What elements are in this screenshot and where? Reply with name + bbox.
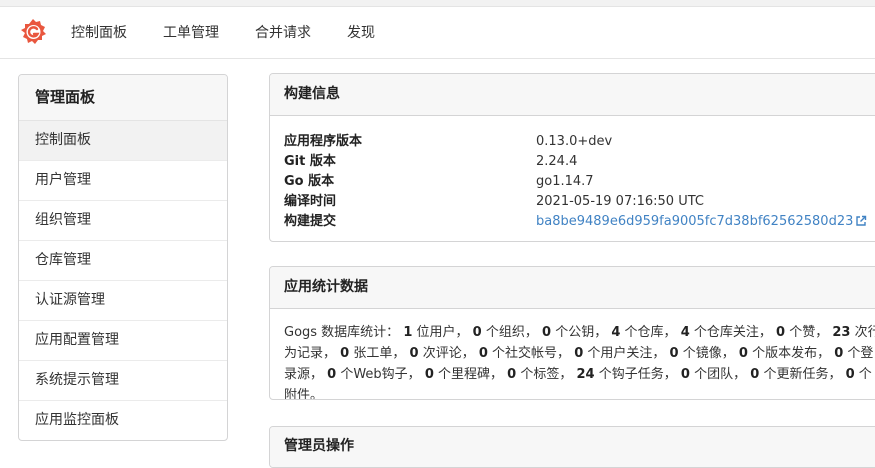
stat-label: 个团队， bbox=[694, 367, 747, 382]
stat-count: 0 bbox=[776, 325, 786, 340]
sidebar-item-repositories[interactable]: 仓库管理 bbox=[19, 241, 227, 281]
top-navbar: 控制面板 工单管理 合并请求 发现 bbox=[0, 7, 875, 59]
stat-label: 张工单， bbox=[353, 346, 406, 361]
stat-label: 个Web钩子， bbox=[340, 367, 421, 382]
stat-count: 0 bbox=[507, 367, 517, 382]
info-key: 编译时间 bbox=[284, 194, 337, 209]
info-key: 构建提交 bbox=[284, 214, 337, 229]
info-key: 应用程序版本 bbox=[284, 134, 363, 149]
stat-count: 4 bbox=[680, 325, 690, 340]
stat-label: 个钩子任务， bbox=[598, 367, 677, 382]
stat-label: 个社交帐号， bbox=[492, 346, 571, 361]
app-stats-title: 应用统计数据 bbox=[270, 267, 875, 309]
admin-ops-title: 管理员操作 bbox=[270, 427, 875, 467]
stat-count: 0 bbox=[669, 346, 679, 361]
build-info-panel: 构建信息 应用程序版本 0.13.0+dev Git 版本 2.24.4 Go … bbox=[269, 73, 875, 242]
sidebar-item-users[interactable]: 用户管理 bbox=[19, 161, 227, 201]
sidebar-item-notices[interactable]: 系统提示管理 bbox=[19, 361, 227, 401]
nav-issues[interactable]: 工单管理 bbox=[163, 23, 219, 43]
nav-explore[interactable]: 发现 bbox=[347, 23, 375, 43]
stat-count: 1 bbox=[403, 325, 413, 340]
commit-hash[interactable]: ba8be9489e6d959fa9005fc7d38bf62562580d23 bbox=[536, 214, 853, 229]
stat-count: 23 bbox=[832, 325, 851, 340]
info-value: 0.13.0+dev bbox=[536, 134, 613, 149]
stats-prefix: Gogs 数据库统计： bbox=[284, 325, 400, 340]
info-value: 2021-05-19 07:16:50 UTC bbox=[536, 194, 704, 209]
stat-label: 个标签， bbox=[520, 367, 573, 382]
stat-count: 0 bbox=[542, 325, 552, 340]
stat-count: 24 bbox=[576, 367, 595, 382]
info-value: go1.14.7 bbox=[536, 174, 594, 189]
stat-count: 0 bbox=[834, 346, 844, 361]
stat-count: 0 bbox=[327, 367, 337, 382]
info-row-build-commit: 构建提交 ba8be9489e6d959fa9005fc7d38bf625625… bbox=[284, 212, 875, 232]
info-row-build-time: 编译时间 2021-05-19 07:16:50 UTC bbox=[284, 192, 875, 212]
stat-count: 0 bbox=[340, 346, 350, 361]
stat-count: 0 bbox=[680, 367, 690, 382]
stat-count: 0 bbox=[409, 346, 419, 361]
info-row-go-version: Go 版本 go1.14.7 bbox=[284, 172, 875, 192]
sidebar-item-monitor[interactable]: 应用监控面板 bbox=[19, 401, 227, 440]
stat-count: 4 bbox=[611, 325, 621, 340]
stat-count: 0 bbox=[472, 325, 482, 340]
stat-count: 0 bbox=[424, 367, 434, 382]
stat-label: 个赞， bbox=[789, 325, 829, 340]
external-link-icon[interactable] bbox=[855, 214, 867, 234]
admin-ops-panel: 管理员操作 bbox=[269, 426, 875, 468]
stat-label: 位用户， bbox=[416, 325, 469, 340]
stat-count: 0 bbox=[738, 346, 748, 361]
sidebar-title: 管理面板 bbox=[19, 75, 227, 121]
info-row-git-version: Git 版本 2.24.4 bbox=[284, 152, 875, 172]
build-commit-link[interactable]: ba8be9489e6d959fa9005fc7d38bf62562580d23 bbox=[536, 212, 867, 234]
stat-label: 个用户关注， bbox=[587, 346, 666, 361]
sidebar-item-dashboard[interactable]: 控制面板 bbox=[19, 121, 227, 161]
stat-label: 次评论， bbox=[422, 346, 475, 361]
info-key: Git 版本 bbox=[284, 154, 336, 169]
stat-count: 0 bbox=[574, 346, 584, 361]
app-stats-panel: 应用统计数据 Gogs 数据库统计： 1 位用户， 0 个组织， 0 个公钥， … bbox=[269, 266, 875, 400]
info-row-app-version: 应用程序版本 0.13.0+dev bbox=[284, 132, 875, 152]
stat-count: 0 bbox=[750, 367, 760, 382]
stat-label: 个版本发布， bbox=[752, 346, 831, 361]
sidebar-item-config[interactable]: 应用配置管理 bbox=[19, 321, 227, 361]
stat-count: 0 bbox=[478, 346, 488, 361]
stat-label: 个镜像， bbox=[682, 346, 735, 361]
stat-label: 个仓库， bbox=[624, 325, 677, 340]
build-info-title: 构建信息 bbox=[270, 74, 875, 116]
sidebar-item-organizations[interactable]: 组织管理 bbox=[19, 201, 227, 241]
stat-count: 0 bbox=[845, 367, 855, 382]
nav-dashboard[interactable]: 控制面板 bbox=[71, 23, 127, 43]
gogs-logo-icon[interactable] bbox=[19, 18, 47, 46]
stats-text: Gogs 数据库统计： 1 位用户， 0 个组织， 0 个公钥， 4 个仓库， … bbox=[284, 322, 875, 399]
info-key: Go 版本 bbox=[284, 174, 335, 189]
stat-label: 个里程碑， bbox=[438, 367, 504, 382]
admin-sidebar: 管理面板 控制面板 用户管理 组织管理 仓库管理 认证源管理 应用配置管理 系统… bbox=[18, 74, 228, 441]
sidebar-item-auth-sources[interactable]: 认证源管理 bbox=[19, 281, 227, 321]
stat-label: 个更新任务， bbox=[763, 367, 842, 382]
stat-label: 个组织， bbox=[485, 325, 538, 340]
top-strip bbox=[0, 0, 875, 7]
nav-pull-requests[interactable]: 合并请求 bbox=[255, 23, 311, 43]
stat-label: 个公钥， bbox=[555, 325, 608, 340]
stat-label: 个仓库关注， bbox=[693, 325, 772, 340]
info-value: 2.24.4 bbox=[536, 154, 578, 169]
